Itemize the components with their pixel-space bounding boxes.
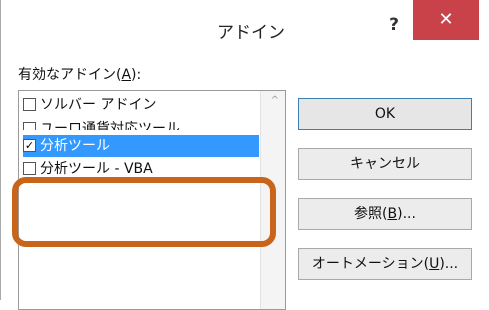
- dialog-body: 有効なアドイン(A): ソルバー アドイン ユーロ通貨対応ツール ✓ 分析ツール …: [1, 50, 489, 310]
- addin-list-label-mnemonic: A: [121, 67, 132, 83]
- addin-dialog: アドイン ? ✕ 有効なアドイン(A): ソルバー アドイン ユーロ通貨対応ツー…: [0, 0, 489, 310]
- browse-button[interactable]: 参照(B)...: [298, 198, 472, 230]
- browse-button-suffix: )...: [397, 206, 416, 222]
- browse-button-mnemonic: B: [387, 206, 398, 222]
- checkbox-solver[interactable]: [23, 97, 36, 111]
- list-item-solver[interactable]: ソルバー アドイン: [23, 94, 259, 116]
- addin-listbox[interactable]: ソルバー アドイン ユーロ通貨対応ツール ✓ 分析ツール 分析ツール - VBA …: [18, 90, 286, 310]
- list-item-label: 分析ツール - VBA: [40, 161, 153, 177]
- scroll-up-icon[interactable]: ^: [271, 95, 279, 106]
- checkbox-euro[interactable]: [23, 121, 36, 130]
- list-item-label: ソルバー アドイン: [40, 97, 157, 113]
- list-item-euro[interactable]: ユーロ通貨対応ツール: [23, 118, 259, 130]
- close-button[interactable]: ✕: [413, 0, 479, 40]
- browse-button-text: 参照(: [354, 206, 388, 222]
- ok-button[interactable]: OK: [298, 98, 472, 130]
- addin-list-label-suffix: ):: [131, 67, 142, 83]
- listbox-scrollbar[interactable]: ^: [260, 91, 285, 309]
- list-item-analysis-toolpak-vba[interactable]: 分析ツール - VBA: [23, 158, 259, 180]
- help-button[interactable]: ?: [379, 10, 409, 40]
- addin-list-label-text: 有効なアドイン(: [18, 67, 122, 83]
- automation-button[interactable]: オートメーション(U)...: [298, 248, 472, 280]
- automation-button-mnemonic: U: [429, 256, 440, 272]
- checkbox-analysis-toolpak[interactable]: ✓: [23, 138, 36, 152]
- list-item-label: ユーロ通貨対応ツール: [40, 121, 180, 130]
- list-item-label: 分析ツール: [40, 138, 110, 154]
- addin-list-label: 有効なアドイン(A):: [18, 64, 141, 84]
- close-icon: ✕: [438, 9, 454, 30]
- automation-button-suffix: )...: [439, 256, 459, 272]
- dialog-title: アドイン: [217, 23, 285, 43]
- checkbox-analysis-toolpak-vba[interactable]: [23, 161, 36, 175]
- check-icon: ✓: [24, 138, 35, 152]
- list-item-analysis-toolpak[interactable]: ✓ 分析ツール: [23, 135, 259, 157]
- automation-button-text: オートメーション(: [311, 256, 430, 272]
- cancel-button[interactable]: キャンセル: [298, 148, 472, 180]
- title-bar: アドイン ? ✕: [1, 0, 489, 50]
